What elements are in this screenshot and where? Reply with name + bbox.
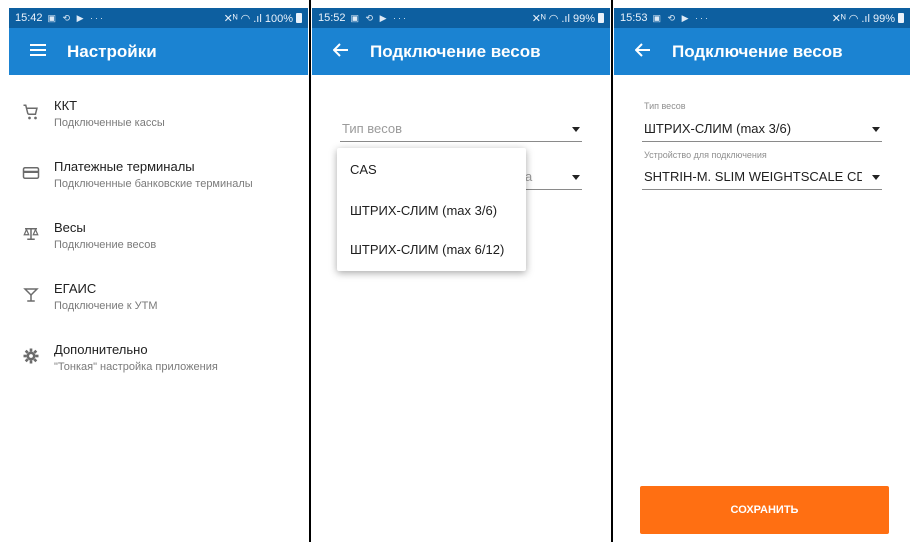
back-arrow-icon[interactable] [312, 28, 370, 75]
device-select[interactable]: SHTRIH-M. SLIM WEIGHTSCALE CDC [642, 164, 882, 190]
dropdown-option-cas[interactable]: CAS [350, 162, 377, 177]
status-time: 15:42 [15, 12, 43, 24]
status-time: 15:53 [620, 12, 648, 24]
screenshot-collage: 15:42 ▣ ⟲ ▶ ··· ✕ᴺ ◠ .ıl 100% Настройки … [0, 0, 910, 542]
settings-screen: 15:42 ▣ ⟲ ▶ ··· ✕ᴺ ◠ .ıl 100% Настройки … [9, 8, 308, 542]
status-indicators: ✕ᴺ ◠ .ıl 99% [831, 12, 895, 25]
menu-item-title: ККТ [54, 98, 78, 113]
scale-connection-screen-dropdown: 15:52 ▣ ⟲ ▶ ··· ✕ᴺ ◠ .ıl 99% Подключение… [312, 8, 610, 542]
status-bar: 15:52 ▣ ⟲ ▶ ··· ✕ᴺ ◠ .ıl 99% [312, 8, 610, 28]
menu-item-title: ЕГАИС [54, 281, 97, 296]
scale-connection-screen-selected: 15:53 ▣ ⟲ ▶ ··· ✕ᴺ ◠ .ıl 99% Подключение… [614, 8, 910, 542]
scale-type-dropdown-menu: CAS ШТРИХ-СЛИМ (max 3/6) ШТРИХ-СЛИМ (max… [337, 148, 526, 271]
back-arrow-icon[interactable] [614, 28, 672, 75]
scale-type-label: Тип весов [644, 101, 686, 111]
dropdown-option-shtrih-3-6[interactable]: ШТРИХ-СЛИМ (max 3/6) [350, 203, 497, 218]
device-placeholder-partial: а [525, 169, 533, 184]
menu-item-egais[interactable]: ЕГАИС Подключение к УТМ [9, 281, 308, 331]
notification-icons: ▣ ⟲ ▶ ··· [652, 12, 710, 23]
status-indicators: ✕ᴺ ◠ .ıl 99% [531, 12, 595, 25]
menu-item-subtitle: Подключенные банковские терминалы [54, 178, 253, 190]
device-value: SHTRIH-M. SLIM WEIGHTSCALE CDC [644, 169, 862, 184]
app-bar: Подключение весов [614, 28, 910, 75]
status-indicators: ✕ᴺ ◠ .ıl 100% [223, 12, 293, 25]
menu-item-kkt[interactable]: ККТ Подключенные кассы [9, 98, 308, 148]
status-bar: 15:42 ▣ ⟲ ▶ ··· ✕ᴺ ◠ .ıl 100% [9, 8, 308, 28]
menu-item-title: Дополнительно [54, 342, 148, 357]
status-right: ✕ᴺ ◠ .ıl 99% [832, 12, 904, 25]
menu-item-title: Платежные терминалы [54, 159, 195, 174]
notification-icons: ▣ ⟲ ▶ ··· [350, 12, 408, 23]
battery-icon [898, 13, 904, 23]
scale-type-select[interactable]: Тип весов [340, 116, 582, 142]
scale-type-select[interactable]: ШТРИХ-СЛИМ (max 3/6) [642, 116, 882, 142]
menu-item-scales[interactable]: Весы Подключение весов [9, 220, 308, 270]
dropdown-arrow-icon [872, 175, 880, 180]
dropdown-option-shtrih-6-12[interactable]: ШТРИХ-СЛИМ (max 6/12) [350, 242, 504, 257]
page-title: Настройки [67, 41, 157, 61]
menu-item-additional[interactable]: Дополнительно "Тонкая" настройка приложе… [9, 342, 308, 392]
screen-divider [309, 0, 311, 542]
menu-item-subtitle: Подключенные кассы [54, 117, 165, 129]
scale-type-value: ШТРИХ-СЛИМ (max 3/6) [644, 121, 792, 136]
status-right: ✕ᴺ ◠ .ıl 100% [224, 12, 302, 25]
menu-icon[interactable] [9, 28, 67, 75]
card-icon [21, 163, 41, 183]
dropdown-arrow-icon [572, 175, 580, 180]
menu-item-subtitle: Подключение весов [54, 239, 157, 251]
app-bar: Подключение весов [312, 28, 610, 75]
page-title: Подключение весов [672, 41, 843, 61]
status-bar: 15:53 ▣ ⟲ ▶ ··· ✕ᴺ ◠ .ıl 99% [614, 8, 910, 28]
app-bar: Настройки [9, 28, 308, 75]
menu-item-payment-terminals[interactable]: Платежные терминалы Подключенные банковс… [9, 159, 308, 209]
scale-icon [21, 224, 41, 244]
menu-item-subtitle: Подключение к УТМ [54, 300, 158, 312]
device-label: Устройство для подключения [644, 150, 767, 160]
dropdown-arrow-icon [872, 127, 880, 132]
dropdown-arrow-icon [572, 127, 580, 132]
status-right: ✕ᴺ ◠ .ıl 99% [532, 12, 604, 25]
notification-icons: ▣ ⟲ ▶ ··· [47, 12, 105, 23]
battery-icon [296, 13, 302, 23]
menu-item-title: Весы [54, 220, 86, 235]
menu-item-subtitle: "Тонкая" настройка приложения [54, 361, 218, 373]
page-title: Подключение весов [370, 41, 541, 61]
status-time: 15:52 [318, 12, 346, 24]
save-button[interactable]: СОХРАНИТЬ [640, 486, 889, 534]
cocktail-icon [21, 285, 41, 305]
cart-icon [21, 102, 41, 122]
screen-divider [611, 0, 613, 542]
gear-icon [21, 346, 41, 366]
scale-type-placeholder: Тип весов [342, 121, 403, 136]
battery-icon [598, 13, 604, 23]
